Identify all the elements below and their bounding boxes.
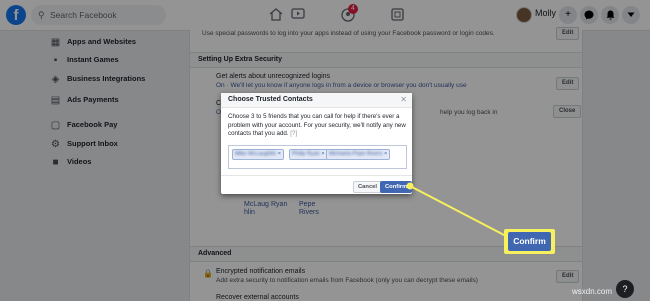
watermark: wsxdn.com	[572, 287, 613, 296]
callout-highlight: Confirm	[504, 229, 555, 254]
help-chat-icon[interactable]: ?	[616, 280, 634, 298]
callout-confirm-button: Confirm	[508, 232, 551, 251]
callout-connector	[406, 182, 507, 237]
